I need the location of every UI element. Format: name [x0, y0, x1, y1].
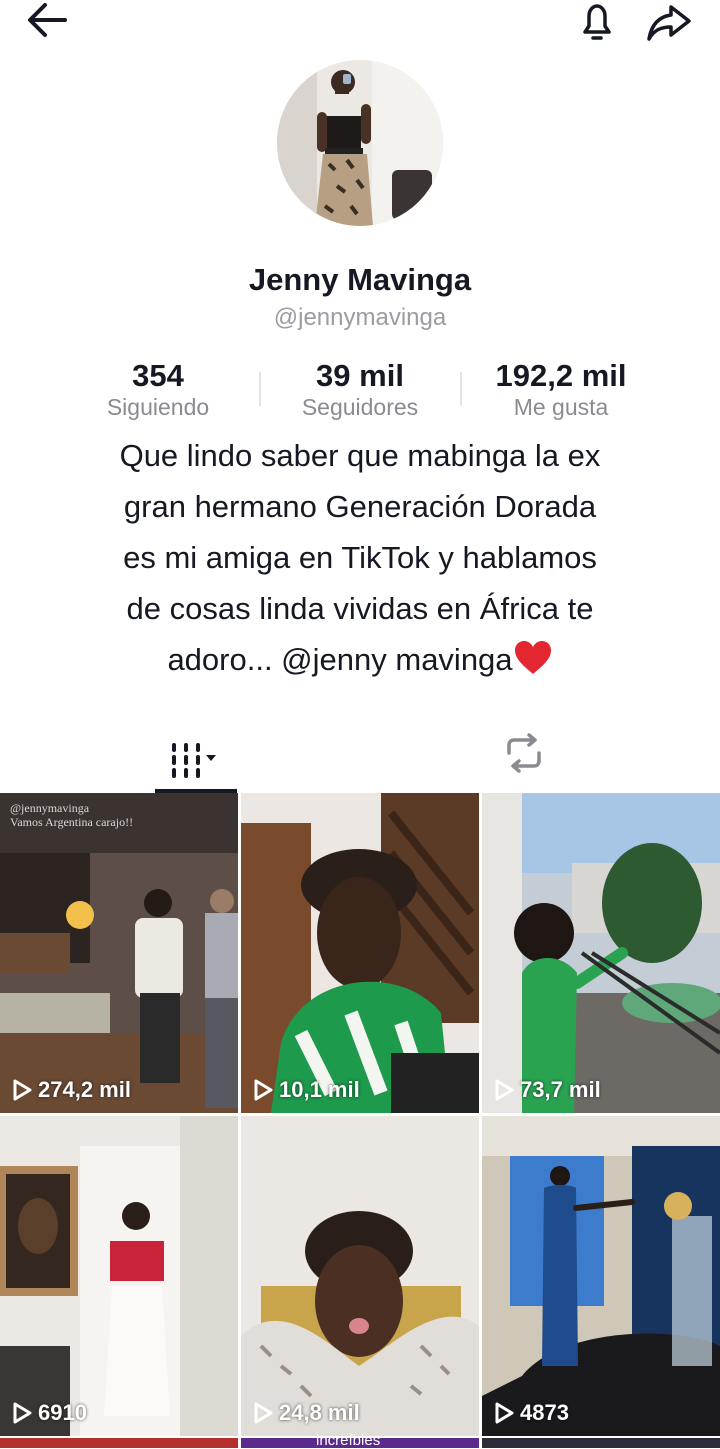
notifications-button[interactable]: [568, 0, 626, 44]
video-thumbnail[interactable]: 73,7 mil: [482, 793, 720, 1113]
view-count-text: 274,2 mil: [38, 1077, 131, 1102]
video-grid: @jennymavinga Vamos Argentina carajo!! 2…: [0, 793, 720, 1448]
avatar[interactable]: [277, 60, 443, 226]
likes-count: 192,2 mil: [495, 358, 627, 393]
bio-line: gran hermano Generación Dorada: [123, 489, 597, 524]
repost-icon: [507, 733, 541, 773]
play-icon: [495, 1402, 514, 1424]
bio-line: adoro... @jenny mavinga: [80, 634, 640, 685]
video-thumbnail[interactable]: [482, 1438, 720, 1448]
view-count: 10,1 mil: [253, 1077, 360, 1103]
video-thumbnail[interactable]: 4873: [482, 1116, 720, 1436]
following-stat[interactable]: 354 Siguiendo: [58, 358, 258, 420]
followers-label: Seguidores: [301, 394, 419, 420]
play-icon: [254, 1402, 273, 1424]
view-count-text: 10,1 mil: [279, 1077, 360, 1102]
following-label: Siguiendo: [106, 394, 210, 420]
bio-line: de cosas linda vividas en África te: [126, 591, 594, 626]
bio-line: es mi amiga en TikTok y hablamos: [123, 540, 597, 575]
overlay-line: Vamos Argentina carajo!!: [10, 815, 134, 829]
play-icon: [13, 1079, 32, 1101]
followers-count: 39 mil: [316, 358, 404, 393]
video-overlay-text: increíbles: [316, 1432, 381, 1449]
view-count-text: 6910: [38, 1400, 87, 1425]
video-thumbnail[interactable]: [0, 1438, 238, 1448]
red-heart-icon: [514, 641, 551, 674]
tab-videos[interactable]: [155, 728, 237, 794]
profile-handle: @jennymavinga: [273, 304, 447, 331]
play-icon: [495, 1079, 514, 1101]
view-count: 274,2 mil: [12, 1077, 131, 1103]
video-thumbnail[interactable]: 24,8 mil: [241, 1116, 479, 1436]
play-icon: [254, 1079, 273, 1101]
share-button[interactable]: [640, 0, 698, 44]
view-count: 4873: [494, 1400, 569, 1426]
bio-mention-text[interactable]: adoro... @jenny mavinga: [167, 642, 512, 677]
arrow-left-icon: [28, 3, 67, 37]
video-thumbnail[interactable]: @jennymavinga Vamos Argentina carajo!! 2…: [0, 793, 238, 1113]
view-count: 6910: [12, 1400, 87, 1426]
view-count: 24,8 mil: [253, 1400, 360, 1426]
view-count-text: 24,8 mil: [279, 1400, 360, 1425]
view-count-text: 73,7 mil: [520, 1077, 601, 1102]
play-icon: [13, 1402, 32, 1424]
likes-stat[interactable]: 192,2 mil Me gusta: [461, 358, 661, 420]
grid-videos-icon: [172, 743, 216, 778]
tab-reposts[interactable]: [490, 730, 558, 776]
video-overlay-text: @jennymavinga Vamos Argentina carajo!!: [10, 801, 133, 829]
bell-icon: [583, 4, 611, 40]
profile-bio: Que lindo saber que mabinga la ex gran h…: [80, 430, 640, 685]
bio-line: Que lindo saber que mabinga la ex: [119, 438, 601, 473]
share-arrow-icon: [647, 5, 691, 41]
following-count: 354: [132, 358, 184, 393]
view-count-text: 4873: [520, 1400, 569, 1425]
profile-name: Jenny Mavinga: [248, 262, 472, 297]
likes-label: Me gusta: [513, 394, 609, 420]
video-thumbnail[interactable]: 6910: [0, 1116, 238, 1436]
video-thumbnail[interactable]: 10,1 mil: [241, 793, 479, 1113]
back-button[interactable]: [18, 0, 76, 40]
overlay-line: @jennymavinga: [10, 801, 90, 815]
view-count: 73,7 mil: [494, 1077, 601, 1103]
followers-stat[interactable]: 39 mil Seguidores: [260, 358, 460, 420]
